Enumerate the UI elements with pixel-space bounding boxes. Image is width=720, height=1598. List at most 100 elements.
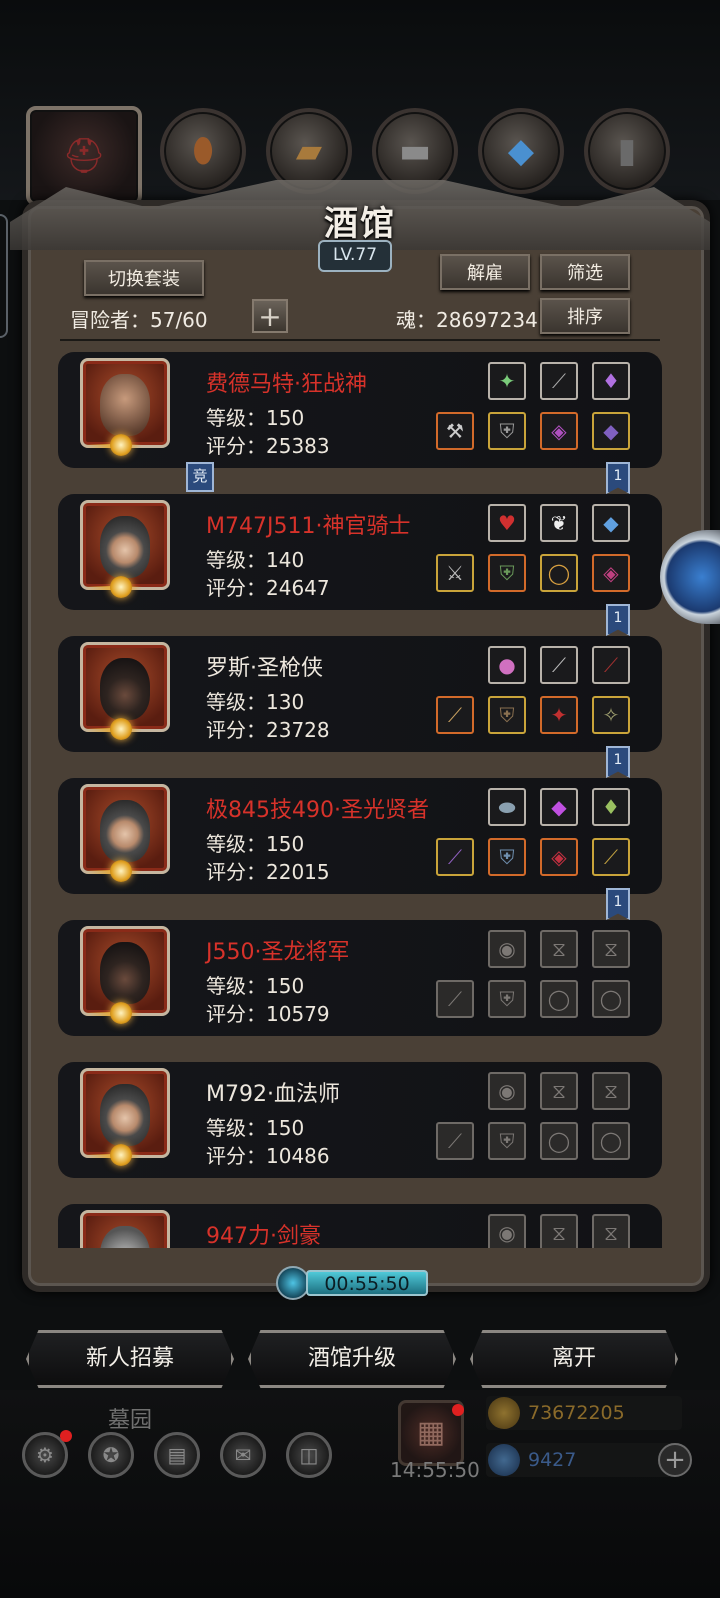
sort-button[interactable]: 排序 xyxy=(540,298,630,334)
armor-icon[interactable]: ⛨ xyxy=(488,412,526,450)
purple-gem-icon[interactable]: ◆ xyxy=(540,788,578,826)
filter-button[interactable]: 筛选 xyxy=(540,254,630,290)
compass-icon[interactable]: ✧ xyxy=(592,696,630,734)
character-list[interactable]: 费德马特·狂战神 等级：150 评分：25383 ✦ ⟋ ♦ ⚒ ⛨ ◈ ◆ 竞… xyxy=(30,344,690,1248)
empty-hourglass-slot-icon[interactable]: ⧖ xyxy=(592,1072,630,1110)
empty-armor-slot-icon[interactable]: ⛨ xyxy=(488,1122,526,1160)
character-score: 评分：22015 xyxy=(206,860,330,884)
character-level: 等级：140 xyxy=(206,548,305,572)
dismiss-button[interactable]: 解雇 xyxy=(440,254,530,290)
notification-dot xyxy=(60,1430,72,1442)
empty-ring-slot-icon[interactable]: ◯ xyxy=(540,980,578,1018)
add-currency-button[interactable]: + xyxy=(658,1443,692,1477)
clock-icon xyxy=(276,1266,310,1300)
empty-hourglass-slot-icon[interactable]: ⧖ xyxy=(592,930,630,968)
purple-lantern-icon[interactable]: ♦ xyxy=(592,362,630,400)
empty-drop-slot-icon[interactable]: ◉ xyxy=(488,1072,526,1110)
blue-crystal-item-icon[interactable]: ◆ xyxy=(592,504,630,542)
brown-armor-icon[interactable]: ⛨ xyxy=(488,696,526,734)
red-amulet-icon[interactable]: ◈ xyxy=(540,838,578,876)
gem-amount: 9427 xyxy=(528,1449,577,1471)
empty-hourglass-slot-icon[interactable]: ⧖ xyxy=(592,1214,630,1248)
tab-crystal[interactable]: ◆ xyxy=(478,108,564,194)
green-dagger-icon[interactable]: ✦ xyxy=(488,362,526,400)
axe-icon[interactable]: ⚒ xyxy=(436,412,474,450)
empty-weapon-slot-icon[interactable]: ⟋ xyxy=(436,1122,474,1160)
character-name: 费德马特·狂战神 xyxy=(206,372,367,397)
list-item[interactable]: J550·圣龙将军 等级：150 评分：10579 ◉ ⧖ ⧖ ⟋ ⛨ ◯ ◯ xyxy=(58,920,662,1036)
pink-orb-icon[interactable]: ● xyxy=(488,646,526,684)
leave-button[interactable]: 离开 xyxy=(470,1330,678,1388)
gunslinger-portrait-icon xyxy=(100,657,150,720)
empty-ring-slot-icon[interactable]: ◯ xyxy=(592,1122,630,1160)
gem-resource: 9427 xyxy=(486,1443,682,1477)
violet-shard-icon[interactable]: ◆ xyxy=(592,412,630,450)
list-item[interactable]: 极845技490·圣光贤者 等级：150 评分：22015 ⬬ ◆ ♦ ⟋ ⛨ … xyxy=(58,778,662,894)
empty-ring-slot-icon[interactable]: ◯ xyxy=(592,980,630,1018)
star-emblem-icon xyxy=(84,576,142,600)
soul-count: 魂：28697234 xyxy=(396,308,538,332)
empty-hourglass-slot-icon[interactable]: ⧖ xyxy=(540,930,578,968)
character-level: 等级：150 xyxy=(206,1116,305,1140)
empty-hourglass-slot-icon[interactable]: ⧖ xyxy=(540,1214,578,1248)
spear-icon[interactable]: ⟋ xyxy=(436,696,474,734)
list-item[interactable]: M792·血法师 等级：150 评分：10486 ◉ ⧖ ⧖ ⟋ ⛨ ◯ ◯ xyxy=(58,1062,662,1178)
map-icon[interactable]: ◫ xyxy=(286,1432,332,1478)
rank-flag: 1 xyxy=(606,604,630,636)
helmet-icon: ⛑ xyxy=(62,136,106,176)
empty-weapon-slot-icon[interactable]: ⟋ xyxy=(436,980,474,1018)
purple-gem-icon[interactable]: ◈ xyxy=(540,412,578,450)
list-item[interactable]: 罗斯·圣枪侠 等级：130 评分：23728 ● ⟋ ⟋ ⟋ ⛨ ✦ ✧ xyxy=(58,636,662,752)
tab-wood-shield[interactable]: ⬮ xyxy=(160,108,246,194)
empty-drop-slot-icon[interactable]: ◉ xyxy=(488,1214,526,1248)
dark-feather-icon[interactable]: ⟋ xyxy=(592,646,630,684)
avatar xyxy=(80,1210,170,1248)
shield-wood-icon: ⬮ xyxy=(192,131,214,171)
star-medal-icon[interactable]: ✪ xyxy=(88,1432,134,1478)
red-heart-icon[interactable]: ♥ xyxy=(488,504,526,542)
green-lantern-icon[interactable]: ♦ xyxy=(592,788,630,826)
character-level: 等级：150 xyxy=(206,974,305,998)
graveyard-label: 墓园 xyxy=(108,1408,153,1433)
armored-swordsman-portrait-icon xyxy=(100,1225,150,1248)
empty-armor-slot-icon[interactable]: ⛨ xyxy=(488,980,526,1018)
switch-outfit-button[interactable]: 切换套装 xyxy=(84,260,204,296)
green-armor-icon[interactable]: ⛨ xyxy=(488,554,526,592)
upgrade-tavern-button[interactable]: 酒馆升级 xyxy=(248,1330,456,1388)
staff-icon[interactable]: ⟋ xyxy=(436,838,474,876)
list-item[interactable]: 费德马特·狂战神 等级：150 评分：25383 ✦ ⟋ ♦ ⚒ ⛨ ◈ ◆ xyxy=(58,352,662,468)
gold-resource: 73672205 xyxy=(486,1396,682,1430)
character-level: 等级：130 xyxy=(206,690,305,714)
rank-flag: 1 xyxy=(606,462,630,494)
gold-ring-icon[interactable]: ◯ xyxy=(540,554,578,592)
mail-icon[interactable]: ✉ xyxy=(220,1432,266,1478)
scroll-icon[interactable]: ▤ xyxy=(154,1432,200,1478)
stone-icon[interactable]: ⬬ xyxy=(488,788,526,826)
robe-icon[interactable]: ⛨ xyxy=(488,838,526,876)
empty-hourglass-slot-icon[interactable]: ⧖ xyxy=(540,1072,578,1110)
list-item[interactable]: 947力·剑豪 ◉ ⧖ ⧖ xyxy=(58,1204,662,1248)
barbarian-portrait-icon xyxy=(100,373,150,436)
blade-icon[interactable]: ⟋ xyxy=(540,646,578,684)
tab-iron[interactable]: ▮ xyxy=(584,108,670,194)
red-mask-icon[interactable]: ✦ xyxy=(540,696,578,734)
mace-icon[interactable]: ⚔ xyxy=(436,554,474,592)
star-emblem-icon xyxy=(84,1002,142,1026)
empty-drop-slot-icon[interactable]: ◉ xyxy=(488,930,526,968)
star-emblem-icon xyxy=(84,1144,142,1168)
tab-heroes[interactable]: ⛑ xyxy=(26,106,142,206)
list-item[interactable]: M747J511·神官骑士 等级：140 评分：24647 ♥ ❦ ◆ ⚔ ⛨ … xyxy=(58,494,662,610)
gold-amount: 73672205 xyxy=(528,1402,625,1424)
hooded-priestess-portrait-icon xyxy=(100,799,150,862)
character-level: 等级：150 xyxy=(206,832,305,856)
empty-ring-slot-icon[interactable]: ◯ xyxy=(540,1122,578,1160)
wand-icon[interactable]: ⟋ xyxy=(592,838,630,876)
recruit-button[interactable]: 新人招募 xyxy=(26,1330,234,1388)
white-wing-icon[interactable]: ❦ xyxy=(540,504,578,542)
feather-icon[interactable]: ⟋ xyxy=(540,362,578,400)
rank-flag: 1 xyxy=(606,746,630,778)
add-slot-button[interactable]: + xyxy=(252,299,288,333)
amulet-icon[interactable]: ◈ xyxy=(592,554,630,592)
character-name: M747J511·神官骑士 xyxy=(206,514,411,539)
character-score: 评分：10486 xyxy=(206,1144,330,1168)
